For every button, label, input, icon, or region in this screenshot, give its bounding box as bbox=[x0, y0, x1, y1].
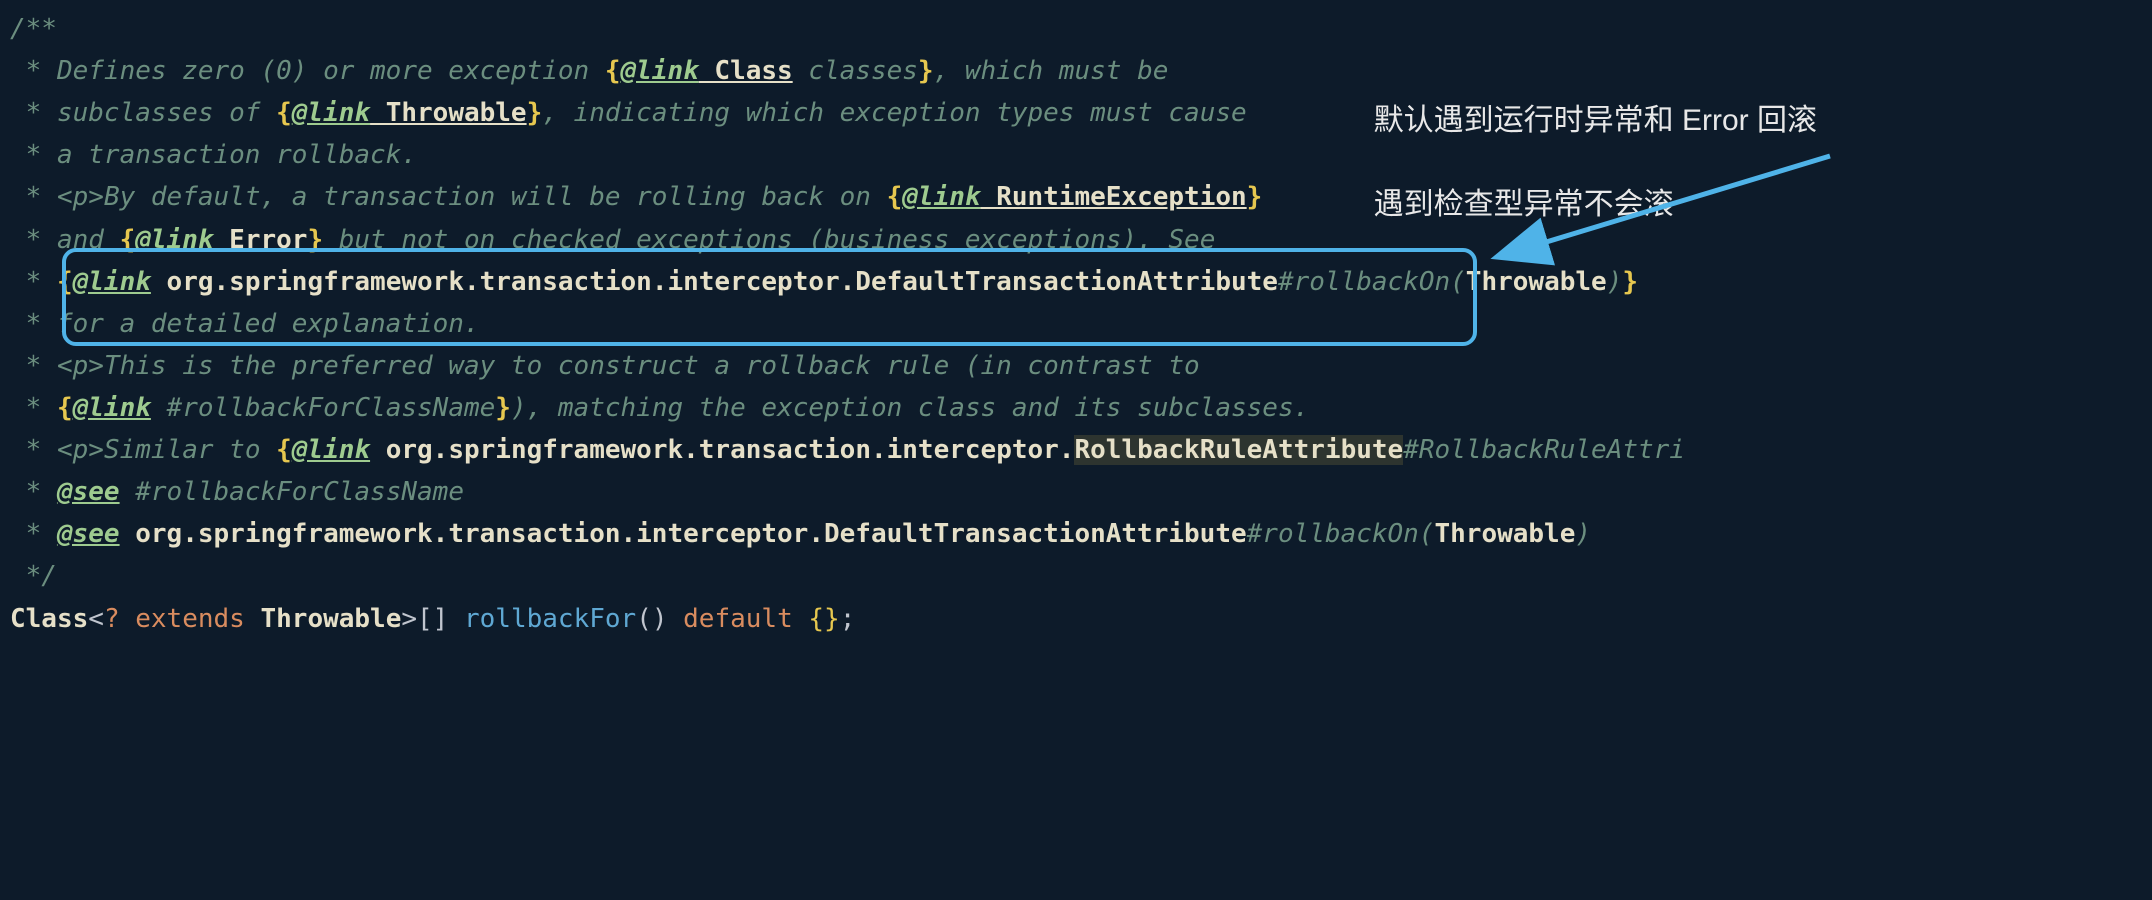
method-name[interactable]: rollbackFor bbox=[464, 604, 636, 634]
search-match: RollbackRuleAttribute bbox=[1074, 435, 1403, 465]
link-tag[interactable]: @link bbox=[292, 98, 370, 128]
javadoc-line: * <p>This is the preferred way to constr… bbox=[10, 345, 2152, 387]
link-tag[interactable]: @link bbox=[620, 56, 698, 86]
see-tag[interactable]: @see bbox=[57, 519, 120, 549]
link-tag[interactable]: @link bbox=[902, 182, 980, 212]
javadoc-close: */ bbox=[10, 555, 2152, 597]
javadoc-line: * <p>Similar to {@link org.springframewo… bbox=[10, 429, 2152, 471]
link-tag[interactable]: @link bbox=[73, 393, 151, 423]
javadoc-line: * <p>By default, a transaction will be r… bbox=[10, 176, 2152, 218]
class-link[interactable]: org.springframework.transaction.intercep… bbox=[120, 519, 1247, 549]
class-link[interactable]: Class bbox=[699, 56, 793, 86]
class-link[interactable]: Throwable bbox=[370, 98, 527, 128]
link-tag[interactable]: @link bbox=[292, 435, 370, 465]
class-link[interactable]: org.springframework.transaction.intercep… bbox=[151, 267, 1278, 297]
javadoc-line: * @see #rollbackForClassName bbox=[10, 471, 2152, 513]
javadoc-line: * {@link org.springframework.transaction… bbox=[10, 261, 2152, 303]
javadoc-line: * for a detailed explanation. bbox=[10, 303, 2152, 345]
javadoc-line: * {@link #rollbackForClassName}), matchi… bbox=[10, 387, 2152, 429]
code-block: /** * Defines zero (0) or more exception… bbox=[10, 8, 2152, 640]
link-tag[interactable]: @link bbox=[135, 225, 213, 255]
javadoc-open: /** bbox=[10, 8, 2152, 50]
see-tag[interactable]: @see bbox=[57, 477, 120, 507]
javadoc-line: * subclasses of {@link Throwable}, indic… bbox=[10, 92, 2152, 134]
method-signature: Class<? extends Throwable>[] rollbackFor… bbox=[10, 598, 2152, 640]
javadoc-line: * @see org.springframework.transaction.i… bbox=[10, 513, 2152, 555]
javadoc-line: * Defines zero (0) or more exception {@l… bbox=[10, 50, 2152, 92]
javadoc-line: * a transaction rollback. bbox=[10, 134, 2152, 176]
javadoc-line: * and {@link Error} but not on checked e… bbox=[10, 219, 2152, 261]
class-link[interactable]: RuntimeException bbox=[981, 182, 1247, 212]
link-tag[interactable]: @link bbox=[73, 267, 151, 297]
class-link[interactable]: org.springframework.transaction.intercep… bbox=[370, 435, 1074, 465]
class-link[interactable]: Error bbox=[214, 225, 308, 255]
